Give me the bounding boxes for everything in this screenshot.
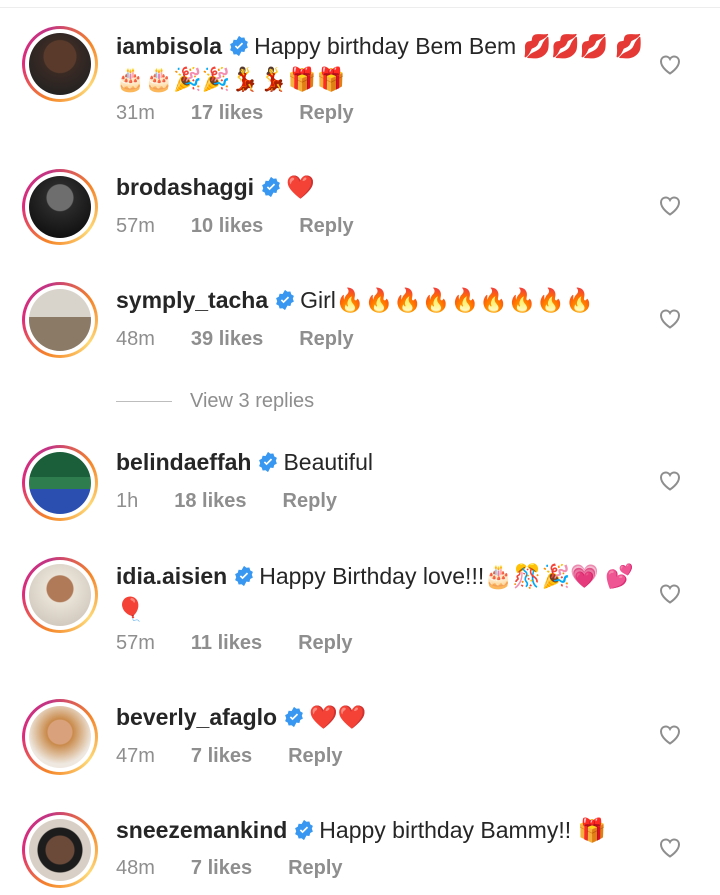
- comment-time: 57m: [116, 632, 155, 654]
- comment-text: Happy birthday Bammy!! 🎁: [319, 817, 607, 843]
- comment-text: Girl🔥🔥🔥🔥🔥🔥🔥🔥🔥: [300, 287, 594, 313]
- comment-likes[interactable]: 17 likes: [191, 102, 263, 125]
- avatar-image: [29, 33, 91, 95]
- verified-badge-icon: [230, 35, 249, 57]
- avatar-image: [29, 564, 91, 626]
- verified-badge-icon: [262, 176, 280, 198]
- like-heart-icon[interactable]: [658, 194, 682, 216]
- reply-button[interactable]: Reply: [288, 745, 342, 768]
- avatar[interactable]: [22, 445, 98, 521]
- verified-badge-icon: [285, 706, 303, 728]
- comment-likes[interactable]: 18 likes: [174, 490, 246, 513]
- comment-likes[interactable]: 7 likes: [191, 745, 252, 768]
- comment-likes[interactable]: 39 likes: [191, 328, 263, 351]
- replies-divider-line: [116, 400, 172, 402]
- comment-time: 1h: [116, 490, 139, 512]
- comment-likes[interactable]: 11 likes: [191, 632, 262, 655]
- comment-likes[interactable]: 10 likes: [191, 215, 263, 238]
- avatar-image: [29, 289, 91, 351]
- like-heart-icon[interactable]: [658, 723, 682, 745]
- view-replies-link[interactable]: View 3 replies: [116, 386, 314, 416]
- avatar-image: [29, 452, 91, 514]
- avatar-image: [29, 706, 91, 768]
- comment-username[interactable]: brodashaggi: [116, 174, 254, 200]
- verified-badge-icon: [295, 819, 314, 841]
- comment-username[interactable]: idia.aisien: [116, 563, 227, 589]
- like-heart-icon[interactable]: [658, 53, 682, 75]
- comment-username[interactable]: beverly_afaglo: [116, 704, 277, 730]
- avatar[interactable]: [22, 557, 98, 633]
- comment-time: 48m: [116, 857, 155, 879]
- like-heart-icon[interactable]: [658, 307, 682, 329]
- reply-button[interactable]: Reply: [288, 857, 342, 880]
- verified-badge-icon: [235, 565, 254, 587]
- comment-text: ❤️: [286, 174, 315, 200]
- comment-likes[interactable]: 7 likes: [191, 857, 252, 880]
- avatar[interactable]: [22, 812, 98, 888]
- reply-button[interactable]: Reply: [283, 490, 337, 513]
- top-divider: [0, 7, 720, 8]
- comment-time: 31m: [116, 102, 155, 124]
- comment-username[interactable]: sneezemankind: [116, 817, 287, 843]
- comment-username[interactable]: iambisola: [116, 33, 222, 59]
- reply-button[interactable]: Reply: [299, 215, 353, 238]
- comment-time: 57m: [116, 215, 155, 237]
- comment-text: Beautiful: [283, 449, 373, 475]
- verified-badge-icon: [276, 289, 295, 311]
- avatar[interactable]: [22, 282, 98, 358]
- comment-time: 47m: [116, 745, 155, 767]
- reply-button[interactable]: Reply: [298, 632, 352, 655]
- avatar[interactable]: [22, 699, 98, 775]
- avatar[interactable]: [22, 169, 98, 245]
- like-heart-icon[interactable]: [658, 582, 682, 604]
- reply-button[interactable]: Reply: [299, 328, 353, 351]
- avatar-image: [29, 819, 91, 881]
- avatar[interactable]: [22, 26, 98, 102]
- like-heart-icon[interactable]: [658, 469, 682, 491]
- view-replies-label: View 3 replies: [190, 389, 315, 412]
- reply-button[interactable]: Reply: [299, 102, 353, 125]
- comment-username[interactable]: belindaeffah: [116, 449, 251, 475]
- comment-text: ❤️❤️: [309, 704, 367, 730]
- comment-time: 48m: [116, 328, 155, 350]
- comment-username[interactable]: symply_tacha: [116, 287, 268, 313]
- avatar-image: [29, 176, 91, 238]
- verified-badge-icon: [259, 451, 278, 473]
- like-heart-icon[interactable]: [658, 836, 682, 858]
